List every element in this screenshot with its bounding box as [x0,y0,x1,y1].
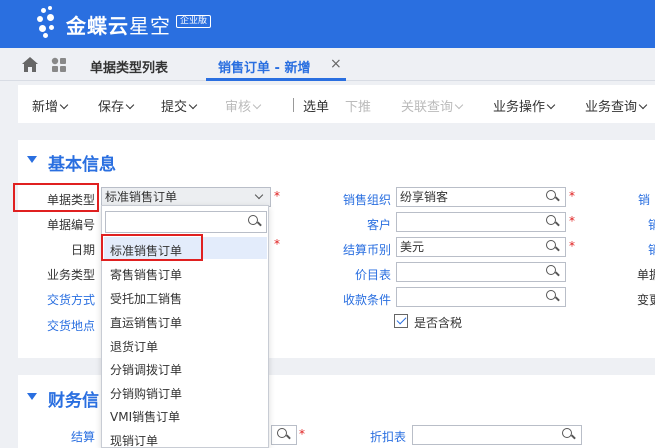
right-column-label-2[interactable]: 销 [648,216,655,233]
required-mark: * [569,189,575,203]
section-title-finance: 财务信 [48,391,99,411]
search-icon[interactable] [546,240,560,253]
sales-org-label[interactable]: 销售组织 [343,191,391,208]
dropdown-item[interactable]: VMI销售订单 [110,408,180,425]
dropdown-item[interactable]: 直运销售订单 [110,314,182,331]
dropdown-item[interactable]: 分销调拨订单 [110,361,182,378]
delivery-place-label[interactable]: 交货地点 [47,317,95,334]
price-list-label[interactable]: 价目表 [355,266,391,283]
search-icon[interactable] [546,265,560,278]
right-column-label-3[interactable]: 销 [648,241,655,258]
dropdown-item[interactable]: 现销订单 [110,432,158,448]
right-column-label-5: 变更 [637,293,655,307]
discount-field[interactable] [412,425,582,445]
kingdee-logo-icon [35,6,65,42]
submit-button[interactable]: 提交 [161,96,198,115]
active-tab-indicator [206,78,346,81]
toolbar-divider [293,98,294,112]
required-mark: * [569,214,575,228]
business-ops-button[interactable]: 业务操作 [493,96,556,115]
bill-type-select[interactable]: 标准销售订单 [101,187,271,207]
top-header: 金蝶云星空 企业版 [0,0,655,48]
bill-no-label: 单据编号 [46,218,95,232]
dropdown-item[interactable]: 分销购销订单 [110,385,182,402]
dropdown-item[interactable]: 退货订单 [110,338,158,355]
search-icon[interactable] [546,190,560,203]
select-bill-button[interactable]: 选单 [303,96,329,115]
push-down-button[interactable]: 下推 [345,96,371,115]
related-query-button[interactable]: 关联查询 [401,96,464,115]
right-column-label-1[interactable]: 销 [638,191,650,208]
price-list-field[interactable] [396,262,566,282]
customer-label[interactable]: 客户 [367,216,391,233]
date-label: 日期 [70,243,95,257]
dropdown-item[interactable]: 寄售销售订单 [110,266,182,283]
required-mark: * [299,427,305,441]
tax-included-checkbox[interactable] [394,314,408,328]
save-button[interactable]: 保存 [98,96,135,115]
required-mark: * [569,239,575,253]
settle-label[interactable]: 结算 [71,428,95,445]
tab-bar: 单据类型列表 销售订单 - 新增 × [0,48,655,81]
tab-sales-order-new[interactable]: 销售订单 - 新增 [218,57,310,76]
dropdown-search-input[interactable] [105,211,267,233]
home-icon[interactable] [22,57,38,72]
dropdown-item[interactable]: 受托加工销售 [110,290,182,307]
toolbar: 新增 保存 提交 审核 选单 下推 关联查询 业务操作 业务查询 [18,85,655,123]
customer-field[interactable] [396,212,566,232]
search-icon[interactable] [248,215,262,228]
highlight-standard-sales-order [101,234,203,261]
sales-org-field[interactable]: 纷享销客 [396,187,566,207]
delivery-method-label[interactable]: 交货方式 [47,291,95,308]
brand-name: 金蝶云星空 [66,14,171,38]
discount-label[interactable]: 折扣表 [370,428,406,445]
tab-bill-type-list[interactable]: 单据类型列表 [90,57,168,76]
collapse-triangle-icon[interactable] [27,156,37,163]
search-icon[interactable] [546,215,560,228]
search-icon[interactable] [546,290,560,303]
apps-grid-icon[interactable] [51,57,67,73]
section-title-basic: 基本信息 [48,155,116,175]
payment-terms-label[interactable]: 收款条件 [343,291,391,308]
tab-close-icon[interactable]: × [330,56,342,72]
new-button[interactable]: 新增 [32,96,69,115]
right-column-label-4: 单据 [637,268,655,282]
required-mark: * [274,237,280,251]
tax-included-label: 是否含税 [414,316,463,330]
currency-field[interactable]: 美元 [396,237,566,257]
payment-terms-field[interactable] [396,287,566,307]
highlight-bill-type-label [13,183,99,212]
audit-button[interactable]: 审核 [225,96,262,115]
business-query-button[interactable]: 业务查询 [585,96,648,115]
edition-badge: 企业版 [176,15,212,28]
currency-label[interactable]: 结算币别 [343,241,391,258]
collapse-triangle-icon[interactable] [27,393,37,400]
biz-type-label: 业务类型 [46,268,95,282]
required-mark: * [274,189,280,203]
search-icon[interactable] [562,428,576,441]
search-icon[interactable] [277,428,291,441]
